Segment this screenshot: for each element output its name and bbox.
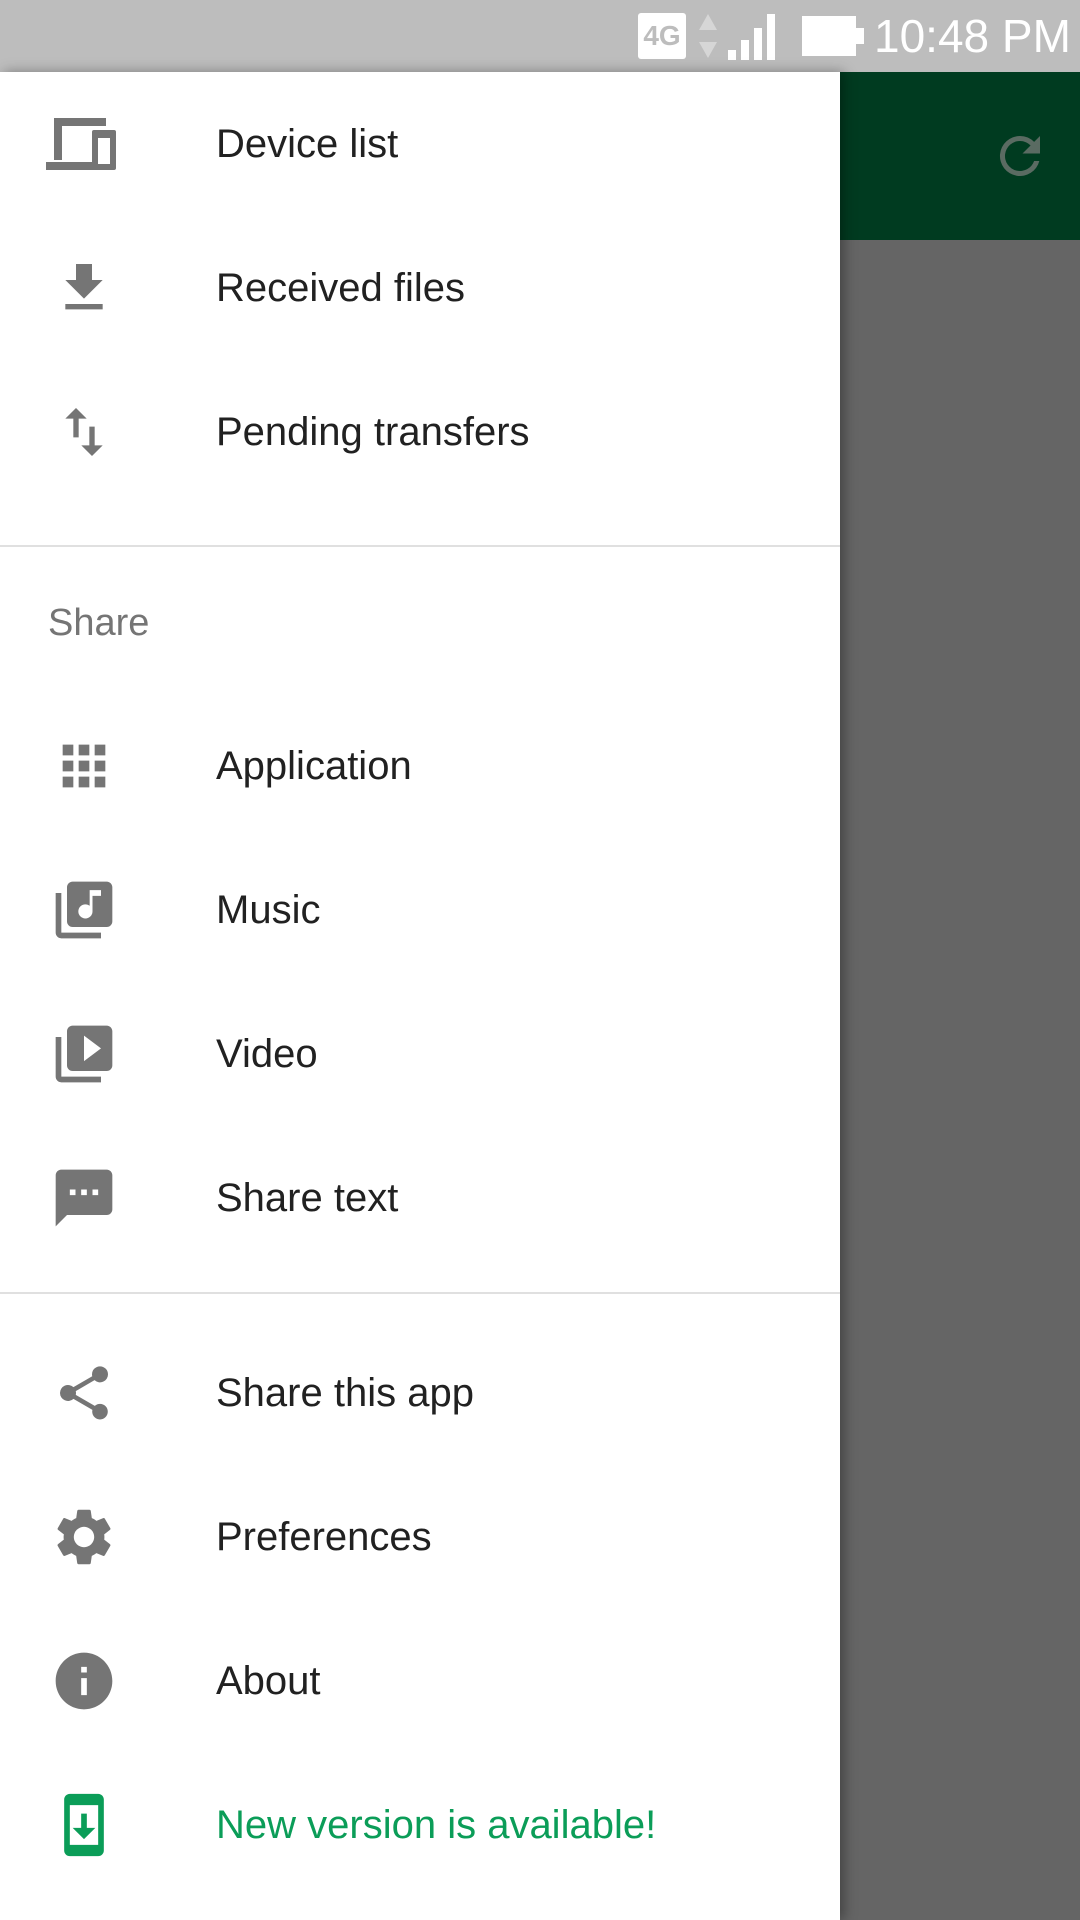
message-icon bbox=[44, 1166, 124, 1230]
nav-item-video[interactable]: Video bbox=[0, 982, 840, 1126]
signal-strength-icon bbox=[728, 10, 782, 60]
status-bar: 4G 10:48 PM bbox=[0, 0, 1080, 72]
content-scrim[interactable] bbox=[840, 72, 1080, 1920]
nav-item-pending-transfers[interactable]: Pending transfers bbox=[0, 360, 840, 504]
navigation-drawer: Device list Received files Pending trans… bbox=[0, 72, 840, 1920]
nav-item-preferences[interactable]: Preferences bbox=[0, 1465, 840, 1609]
nav-item-label: About bbox=[216, 1659, 321, 1703]
nav-item-label: New version is available! bbox=[216, 1803, 657, 1847]
section-header-share: Share bbox=[48, 602, 150, 644]
nav-item-new-version[interactable]: New version is available! bbox=[0, 1753, 840, 1897]
divider bbox=[0, 545, 840, 547]
nav-item-label: Device list bbox=[216, 122, 399, 166]
battery-icon bbox=[800, 12, 866, 60]
nav-item-music[interactable]: Music bbox=[0, 838, 840, 982]
nav-item-share-text[interactable]: Share text bbox=[0, 1126, 840, 1270]
nav-item-label: Application bbox=[216, 744, 412, 788]
nav-item-label: Music bbox=[216, 888, 321, 932]
nav-item-label: Share this app bbox=[216, 1371, 474, 1415]
nav-item-received-files[interactable]: Received files bbox=[0, 216, 840, 360]
share-icon bbox=[44, 1361, 124, 1425]
gear-icon bbox=[44, 1505, 124, 1569]
nav-item-about[interactable]: About bbox=[0, 1609, 840, 1753]
video-library-icon bbox=[44, 1022, 124, 1086]
nav-item-label: Pending transfers bbox=[216, 410, 530, 454]
swap-vert-icon bbox=[44, 400, 124, 464]
system-update-icon bbox=[44, 1793, 124, 1857]
download-icon bbox=[44, 256, 124, 320]
nav-item-label: Received files bbox=[216, 266, 466, 310]
divider bbox=[0, 1292, 840, 1294]
nav-item-application[interactable]: Application bbox=[0, 694, 840, 838]
nav-item-device-list[interactable]: Device list bbox=[0, 72, 840, 216]
clock: 10:48 PM bbox=[874, 10, 1071, 62]
network-type-badge: 4G bbox=[638, 13, 686, 59]
data-activity-icon bbox=[698, 12, 718, 60]
info-icon bbox=[44, 1649, 124, 1713]
apps-grid-icon bbox=[44, 734, 124, 798]
refresh-icon[interactable] bbox=[990, 126, 1050, 186]
devices-icon bbox=[44, 112, 124, 176]
nav-item-share-this-app[interactable]: Share this app bbox=[0, 1321, 840, 1465]
nav-item-label: Preferences bbox=[216, 1515, 432, 1559]
nav-item-label: Share text bbox=[216, 1176, 399, 1220]
nav-item-label: Video bbox=[216, 1032, 318, 1076]
music-library-icon bbox=[44, 878, 124, 942]
